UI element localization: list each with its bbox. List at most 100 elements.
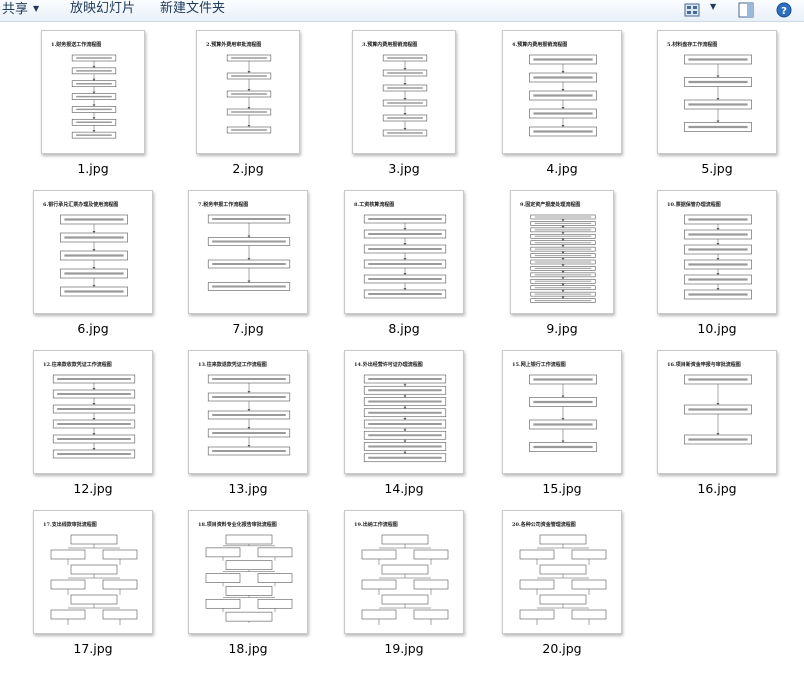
- file-item[interactable]: 12.往来款收款凭证工作流程图 12.jpg: [33, 350, 153, 500]
- file-name: 9.jpg: [546, 321, 578, 336]
- file-name: 4.jpg: [546, 161, 578, 176]
- flowchart-preview: [50, 534, 138, 625]
- slideshow-button[interactable]: 放映幻灯片: [70, 0, 135, 20]
- flow-step-box: [50, 609, 86, 620]
- flow-arrowhead: [716, 75, 720, 78]
- thumbnail-image: 1.财务报送工作流程图: [41, 30, 145, 154]
- flowchart-preview: [207, 374, 291, 456]
- view-options-button[interactable]: ▼: [684, 2, 724, 18]
- file-name: 8.jpg: [388, 321, 420, 336]
- flow-step-box: [257, 547, 293, 558]
- flow-arrowhead: [403, 98, 407, 100]
- file-name: 19.jpg: [384, 641, 424, 656]
- flow-arrowhead: [247, 71, 251, 73]
- flow-step-box: [102, 579, 138, 590]
- file-item[interactable]: 3.预算内费用报销流程图 3.jpg: [344, 30, 464, 180]
- flow-step-box: [102, 609, 138, 620]
- file-item[interactable]: 9.固定资产报废处理流程图 9.jpg: [502, 190, 622, 340]
- thumbnail-image: 4.预算内费用报销流程图: [502, 30, 622, 154]
- flowchart-preview: [529, 54, 597, 137]
- flowchart-preview: [207, 214, 291, 291]
- flowchart-preview: [684, 374, 752, 445]
- flow-arrowhead: [561, 251, 565, 254]
- flow-arrowhead: [247, 235, 251, 238]
- flow-step-box: [413, 609, 449, 620]
- new-folder-label: 新建文件夹: [160, 1, 226, 16]
- flow-arrowhead: [716, 120, 720, 123]
- flow-arrowhead: [561, 296, 565, 299]
- flowchart-preview: [205, 534, 293, 623]
- new-folder-button[interactable]: 新建文件夹: [160, 0, 225, 20]
- file-item[interactable]: 1.财务报送工作流程图 1.jpg: [33, 30, 153, 180]
- file-name: 6.jpg: [77, 321, 109, 336]
- flow-arrowhead: [403, 228, 407, 230]
- flow-step-box: [205, 573, 241, 583]
- file-item[interactable]: 8.工资核算流程图 8.jpg: [344, 190, 464, 340]
- flow-step-box: [70, 594, 118, 605]
- flow-arrowhead: [561, 245, 565, 248]
- preview-pane-icon: [738, 2, 754, 18]
- file-name: 18.jpg: [228, 641, 268, 656]
- file-name: 2.jpg: [232, 161, 264, 176]
- share-button[interactable]: 共享 ▼: [2, 0, 39, 20]
- preview-pane-button[interactable]: [738, 2, 756, 18]
- flow-step-box: [381, 534, 429, 545]
- flow-step-box: [519, 579, 555, 590]
- file-item[interactable]: 5.材料盘存工作流程图 5.jpg: [657, 30, 777, 180]
- file-item[interactable]: 6.银行承兑汇票办理及使用流程图 6.jpg: [33, 190, 153, 340]
- thumbnail-image: 15.网上银行工作流程图: [502, 350, 622, 474]
- thumbnail-image: 19.出纳工作流程图: [344, 510, 464, 634]
- help-icon: ?: [776, 2, 792, 18]
- flow-arrowhead: [561, 71, 565, 73]
- file-name: 1.jpg: [77, 161, 109, 176]
- file-item[interactable]: 10.票据保管办理流程图 10.jpg: [657, 190, 777, 340]
- thumbnail-image: 18.项目资料专业化报告审批流程图: [188, 510, 308, 634]
- flow-step-box: [361, 549, 397, 560]
- file-item[interactable]: 18.项目资料专业化报告审批流程图 18.jpg: [188, 510, 308, 660]
- flow-step-box: [50, 549, 86, 560]
- flow-step-box: [539, 594, 587, 605]
- flow-step-box: [70, 564, 118, 575]
- flowchart-preview: [519, 534, 607, 625]
- flow-step-box: [70, 534, 118, 545]
- flow-step-box: [102, 549, 138, 560]
- file-item[interactable]: 7.税务申报工作流程图 7.jpg: [188, 190, 308, 340]
- flow-step-box: [361, 579, 397, 590]
- flow-arrowhead: [561, 219, 565, 222]
- thumbnail-image: 14.外出经营许可证办理流程图: [344, 350, 464, 474]
- thumbnail-image: 8.工资核算流程图: [344, 190, 464, 314]
- flow-step-box: [571, 549, 607, 560]
- file-item[interactable]: 2.预算外费用审批流程图 2.jpg: [188, 30, 308, 180]
- thumbnail-image: 5.材料盘存工作流程图: [657, 30, 777, 154]
- file-name: 3.jpg: [388, 161, 420, 176]
- flow-step-box: [361, 609, 397, 620]
- flow-arrowhead: [716, 98, 720, 100]
- share-label: 共享: [2, 2, 29, 17]
- file-name: 13.jpg: [228, 481, 268, 496]
- flowchart-preview: [52, 374, 136, 459]
- file-item[interactable]: 4.预算内费用报销流程图 4.jpg: [502, 30, 622, 180]
- flow-step-box: [257, 598, 293, 609]
- file-item[interactable]: 15.网上银行工作流程图 15.jpg: [502, 350, 622, 500]
- file-item[interactable]: 20.各种公司资金管理流程图 20.jpg: [502, 510, 622, 660]
- file-name: 10.jpg: [697, 321, 737, 336]
- flow-arrowhead: [403, 243, 407, 245]
- file-item[interactable]: 13.往来款退款凭证工作流程图 13.jpg: [188, 350, 308, 500]
- file-item[interactable]: 19.出纳工作流程图 19.jpg: [344, 510, 464, 660]
- thumbnail-image: 6.银行承兑汇票办理及使用流程图: [33, 190, 153, 314]
- thumbnail-image: 16.项目新资金申报与审批流程图: [657, 350, 777, 474]
- view-options-icon: [684, 3, 700, 17]
- flow-step-box: [257, 573, 293, 583]
- flowchart-preview: [529, 374, 597, 452]
- flow-step-box: [381, 594, 429, 605]
- file-item[interactable]: 17.支出线款审批流程图 17.jpg: [33, 510, 153, 660]
- thumbnail-image: 20.各种公司资金管理流程图: [502, 510, 622, 634]
- file-name: 17.jpg: [73, 641, 113, 656]
- file-name: 7.jpg: [232, 321, 264, 336]
- file-item[interactable]: 16.项目新资金申报与审批流程图 16.jpg: [657, 350, 777, 500]
- thumbnail-image: 17.支出线款审批流程图: [33, 510, 153, 634]
- help-button[interactable]: ?: [776, 2, 794, 18]
- flow-arrowhead: [561, 89, 565, 91]
- flow-arrowhead: [247, 107, 251, 109]
- file-item[interactable]: 14.外出经营许可证办理流程图 14.jpg: [344, 350, 464, 500]
